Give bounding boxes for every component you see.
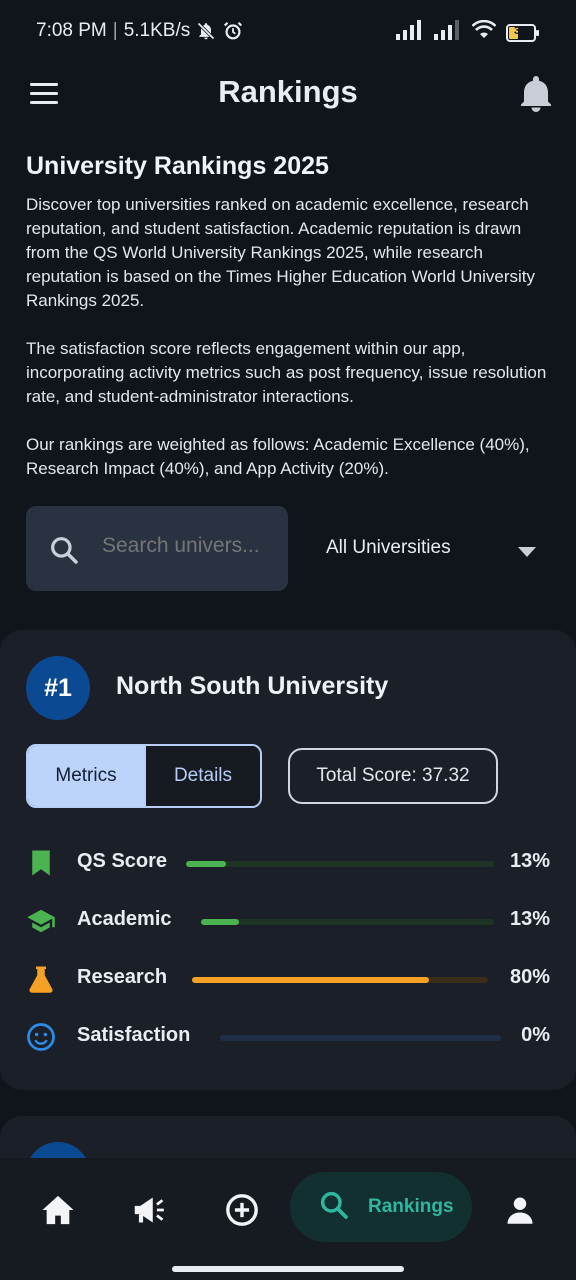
status-bar: 7:08 PM | 5.1KB/s 31 (0, 0, 576, 62)
metric-progress-bar (220, 1035, 501, 1041)
metric-value: 13% (509, 850, 550, 872)
university-filter-dropdown[interactable]: All Universities (306, 506, 550, 591)
metric-progress-bar (192, 977, 488, 983)
signal-icon (434, 20, 462, 45)
smiley-icon (26, 1022, 56, 1052)
nav-create[interactable] (220, 1182, 264, 1242)
intro-title: University Rankings 2025 (26, 152, 329, 180)
dropdown-arrow-icon (518, 544, 536, 562)
status-right: 31 (396, 19, 540, 45)
graduation-cap-icon (26, 906, 56, 936)
metric-row-satisfaction: Satisfaction 0% (26, 1016, 550, 1056)
megaphone-icon (132, 1194, 168, 1231)
metric-label: Academic (77, 908, 172, 930)
page-title: Rankings (218, 74, 358, 109)
status-divider: | (112, 20, 118, 41)
metric-row-academic: Academic 13% (26, 900, 550, 940)
nav-home[interactable] (36, 1182, 80, 1242)
metrics-details-toggle: Metrics Details (26, 744, 262, 808)
ranking-card[interactable]: #1 North South University Metrics Detail… (0, 630, 576, 1090)
nav-announcements[interactable] (128, 1182, 172, 1242)
add-circle-icon (225, 1193, 259, 1232)
university-name: North South University (116, 672, 389, 700)
status-left: 7:08 PM | 5.1KB/s (36, 20, 244, 42)
person-icon (505, 1195, 535, 1230)
battery-level: 31 (514, 24, 527, 37)
alarm-icon (222, 20, 244, 42)
tab-details[interactable]: Details (144, 746, 260, 806)
search-box[interactable] (26, 506, 288, 591)
home-indicator (172, 1266, 404, 1272)
intro-paragraph: Our rankings are weighted as follows: Ac… (26, 435, 530, 478)
bookmark-icon (26, 848, 56, 878)
home-icon (41, 1194, 75, 1231)
search-icon (318, 1189, 350, 1226)
nav-rankings[interactable]: Rankings (290, 1172, 472, 1242)
metric-value: 80% (509, 966, 550, 988)
metric-label: Research (77, 966, 168, 988)
intro-paragraph: Discover top universities ranked on acad… (26, 195, 535, 310)
intro-paragraph: The satisfaction score reflects engageme… (26, 339, 547, 406)
metric-progress-bar (201, 919, 494, 925)
search-input[interactable] (102, 534, 278, 558)
network-speed: 5.1KB/s (123, 20, 191, 41)
nav-rankings-label: Rankings (368, 1196, 454, 1217)
bottom-navigation: Rankings (0, 1158, 576, 1280)
flask-icon (26, 964, 56, 994)
metric-row-research: Research 80% (26, 958, 550, 998)
total-score-badge: Total Score: 37.32 (288, 748, 498, 804)
metric-row-qs-score: QS Score 13% (26, 842, 550, 882)
metric-value: 13% (509, 908, 550, 930)
rank-badge: #1 (26, 656, 90, 720)
intro-section: University Rankings 2025 Discover top un… (26, 152, 556, 505)
bell-off-icon (196, 21, 216, 41)
metric-progress-fill (186, 861, 227, 867)
signal-icon (396, 20, 424, 45)
tab-metrics[interactable]: Metrics (28, 746, 144, 806)
metric-progress-fill (201, 919, 240, 925)
metric-value: 0% (521, 1024, 550, 1046)
metric-progress-fill (192, 977, 429, 983)
wifi-icon (471, 19, 497, 45)
metric-label: QS Score (77, 850, 168, 872)
status-time: 7:08 PM (36, 20, 107, 41)
metric-label: Satisfaction (77, 1024, 191, 1046)
bell-icon[interactable] (518, 74, 554, 114)
app-bar: Rankings (0, 62, 576, 126)
filter-selected-value: All Universities (326, 537, 451, 558)
nav-profile[interactable] (498, 1182, 542, 1242)
battery-icon: 31 (506, 23, 540, 42)
search-icon (48, 534, 80, 571)
metric-progress-bar (186, 861, 494, 867)
